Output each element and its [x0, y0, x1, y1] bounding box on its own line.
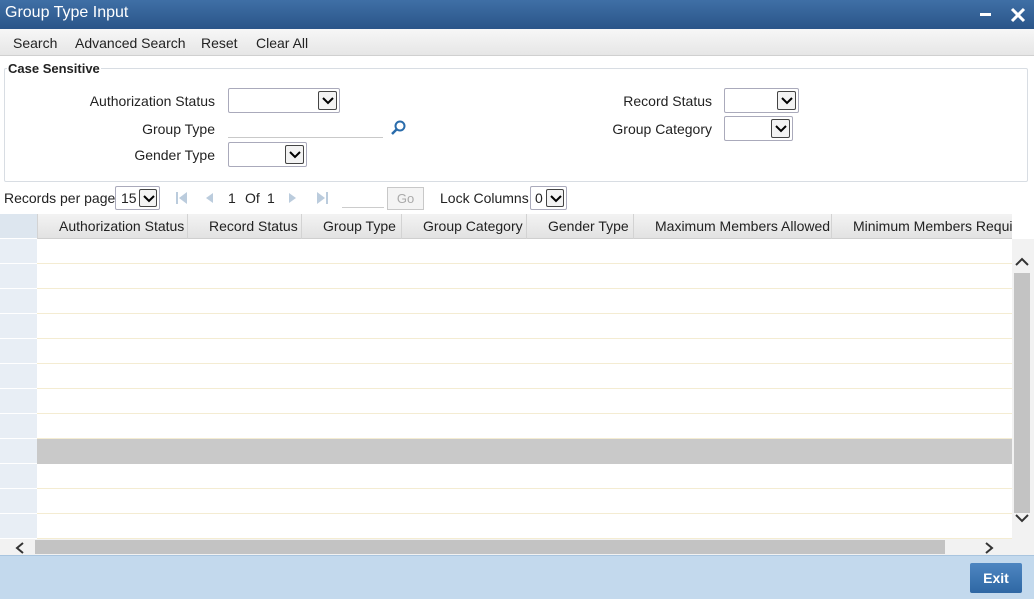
authorization-status-label: Authorization Status: [89, 93, 215, 109]
reset-button[interactable]: Reset: [201, 35, 238, 51]
column-divider: [633, 214, 634, 239]
row-selector[interactable]: [0, 364, 37, 389]
table-row[interactable]: [37, 464, 1012, 489]
table-row[interactable]: [37, 514, 1012, 539]
clear-all-button[interactable]: Clear All: [256, 35, 308, 51]
gender-type-select[interactable]: [228, 142, 307, 167]
record-status-label: Record Status: [623, 93, 712, 109]
group-type-label: Group Type: [142, 121, 215, 137]
footer-bar: Exit: [0, 555, 1034, 599]
lock-columns-value: 0: [535, 190, 543, 206]
search-icon[interactable]: [391, 120, 407, 139]
total-pages: 1: [267, 190, 275, 206]
record-status-select[interactable]: [724, 88, 799, 113]
gender-type-label: Gender Type: [134, 147, 215, 163]
chevron-down-icon: [318, 91, 337, 110]
column-header-gender-type[interactable]: Gender Type: [548, 218, 629, 234]
column-header-maximum-members[interactable]: Maximum Members Allowed: [655, 218, 830, 234]
exit-button[interactable]: Exit: [970, 563, 1022, 593]
title-bar: Group Type Input: [0, 0, 1034, 29]
pagination-bar: Records per page 15 1 Of 1 Go Lock Colum…: [0, 185, 1034, 213]
horizontal-scroll-thumb[interactable]: [35, 540, 945, 554]
column-header-authorization-status[interactable]: Authorization Status: [59, 218, 184, 234]
row-selector[interactable]: [0, 389, 37, 414]
chevron-down-icon: [139, 189, 157, 207]
column-header-group-type[interactable]: Group Type: [323, 218, 396, 234]
row-selector[interactable]: [0, 489, 37, 514]
table-row[interactable]: [37, 364, 1012, 389]
search-button[interactable]: Search: [13, 35, 57, 51]
scroll-down-icon[interactable]: [1015, 510, 1029, 526]
table-row[interactable]: [37, 339, 1012, 364]
previous-page-icon[interactable]: [204, 191, 214, 208]
table-row[interactable]: [37, 489, 1012, 514]
row-selector[interactable]: [0, 289, 37, 314]
authorization-status-select[interactable]: [228, 88, 340, 113]
minimize-icon[interactable]: [976, 3, 996, 25]
table-row[interactable]: [37, 264, 1012, 289]
row-selector[interactable]: [0, 464, 37, 489]
column-divider: [301, 214, 302, 239]
table-row[interactable]: [37, 239, 1012, 264]
column-header-record-status[interactable]: Record Status: [209, 218, 298, 234]
scroll-up-icon[interactable]: [1015, 254, 1029, 270]
row-selector[interactable]: [0, 439, 37, 464]
first-page-icon[interactable]: [176, 191, 188, 208]
select-all-cell[interactable]: [0, 214, 37, 239]
window-title: Group Type Input: [5, 4, 129, 21]
chevron-down-icon: [285, 145, 304, 164]
case-sensitive-legend: Case Sensitive: [7, 61, 101, 76]
records-per-page-select[interactable]: 15: [115, 186, 160, 210]
lock-columns-label: Lock Columns: [440, 190, 529, 206]
records-per-page-label: Records per page: [4, 190, 116, 206]
table-row[interactable]: [37, 389, 1012, 414]
records-per-page-value: 15: [121, 190, 137, 206]
page-number-input[interactable]: [342, 188, 384, 208]
vertical-scroll-thumb[interactable]: [1014, 273, 1030, 513]
toolbar: Search Advanced Search Reset Clear All: [0, 29, 1034, 56]
table-row[interactable]: [37, 439, 1012, 464]
column-divider: [831, 214, 832, 239]
group-category-label: Group Category: [612, 121, 712, 137]
row-selector[interactable]: [0, 339, 37, 364]
table-row[interactable]: [37, 289, 1012, 314]
current-page: 1: [228, 190, 236, 206]
last-page-icon[interactable]: [316, 191, 328, 208]
advanced-search-button[interactable]: Advanced Search: [75, 35, 186, 51]
row-selector[interactable]: [0, 314, 37, 339]
grid-header: Authorization Status Record Status Group…: [0, 214, 1012, 239]
row-selector[interactable]: [0, 514, 37, 539]
column-divider: [187, 214, 188, 239]
vertical-scrollbar[interactable]: [1012, 239, 1034, 539]
chevron-down-icon: [546, 189, 564, 207]
horizontal-scrollbar[interactable]: [0, 539, 1034, 555]
group-category-select[interactable]: [724, 116, 793, 141]
column-divider: [526, 214, 527, 239]
chevron-down-icon: [771, 119, 790, 138]
row-selector[interactable]: [0, 239, 37, 264]
table-row[interactable]: [37, 314, 1012, 339]
next-page-icon[interactable]: [288, 191, 298, 208]
go-button[interactable]: Go: [387, 187, 424, 210]
lock-columns-select[interactable]: 0: [530, 186, 567, 210]
column-header-minimum-members[interactable]: Minimum Members Requi: [853, 218, 1012, 234]
column-divider: [37, 214, 38, 239]
group-type-input[interactable]: [228, 116, 383, 138]
chevron-down-icon: [777, 91, 796, 110]
row-selector[interactable]: [0, 414, 37, 439]
table-row[interactable]: [37, 414, 1012, 439]
results-grid: Authorization Status Record Status Group…: [0, 214, 1012, 539]
close-icon[interactable]: [1008, 3, 1028, 25]
column-divider: [401, 214, 402, 239]
row-selector[interactable]: [0, 264, 37, 289]
of-label: Of: [245, 190, 260, 206]
column-header-group-category[interactable]: Group Category: [423, 218, 523, 234]
